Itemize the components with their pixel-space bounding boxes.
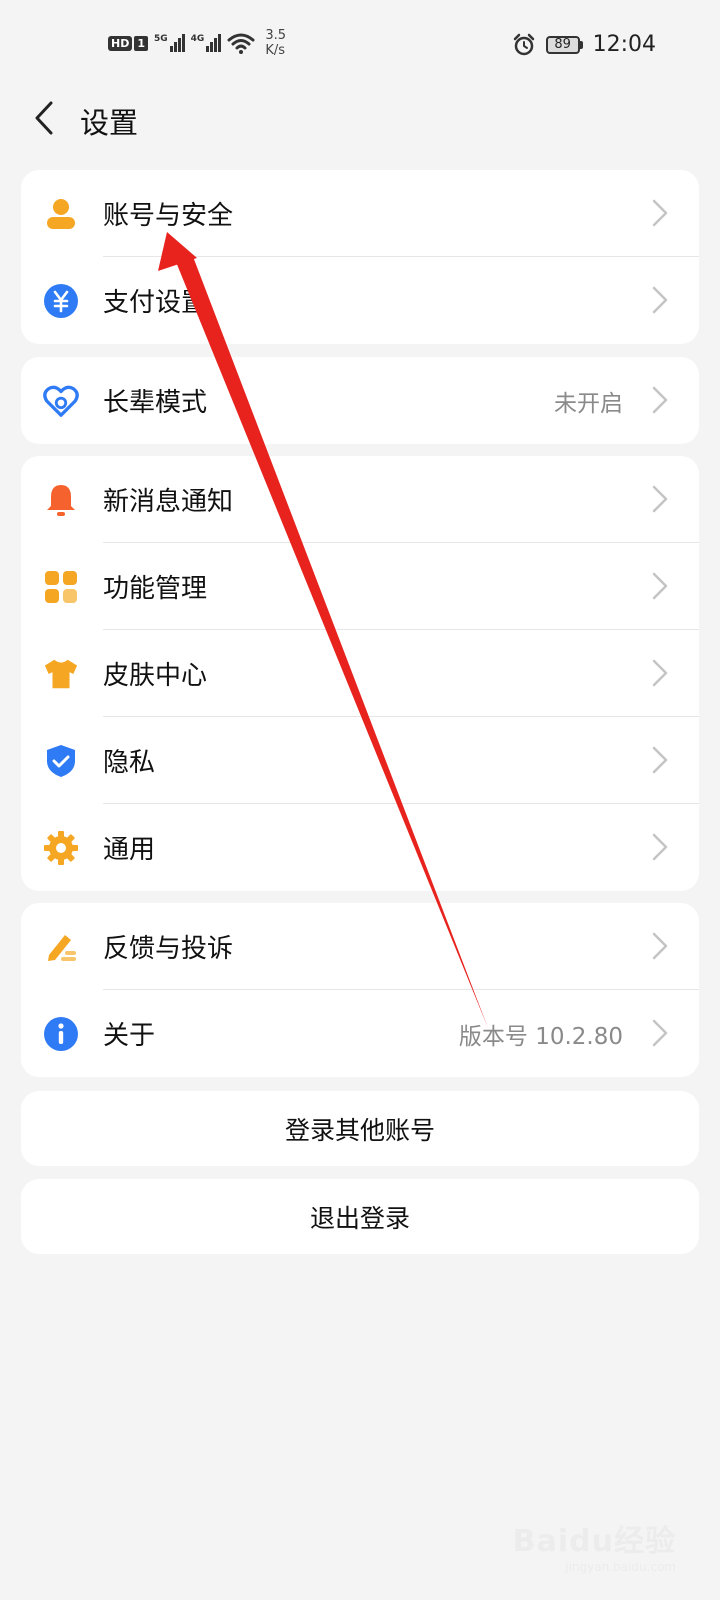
- item-label: 通用: [103, 835, 156, 865]
- status-bar: HD 1 5G 4G 3.5 K/s 89 12:04: [0, 0, 720, 90]
- item-value: 未开启: [554, 390, 623, 417]
- shield-check-icon: [43, 743, 79, 779]
- settings-item-privacy[interactable]: 隐私: [21, 717, 699, 804]
- yuan-coin-icon: [43, 283, 79, 319]
- hd-label: HD: [108, 35, 133, 51]
- watermark-sub: jingyan.baidu.com: [565, 1560, 676, 1574]
- chevron-right-icon: [652, 833, 668, 861]
- bell-icon: [43, 482, 79, 518]
- status-left: HD 1 5G 4G 3.5 K/s: [108, 28, 286, 58]
- settings-item-account-security[interactable]: 账号与安全: [21, 170, 699, 257]
- person-icon: [43, 196, 79, 232]
- watermark-logo: Baidu经验 jingyan.baidu.com: [513, 1516, 676, 1574]
- item-label: 隐私: [103, 748, 156, 778]
- settings-item-elder-mode[interactable]: 长辈模式 未开启: [21, 357, 699, 444]
- watermark-main: Baidu经验: [512, 1524, 676, 1559]
- network-speed: 3.5 K/s: [265, 28, 286, 58]
- speed-value: 3.5: [265, 28, 286, 43]
- chevron-right-icon: [652, 199, 668, 227]
- settings-item-notifications[interactable]: 新消息通知: [21, 456, 699, 543]
- chevron-right-icon: [652, 1019, 668, 1047]
- chevron-right-icon: [652, 659, 668, 687]
- item-label: 新消息通知: [103, 487, 234, 517]
- signal-4g-icon: 4G: [191, 34, 222, 52]
- item-label: 功能管理: [103, 574, 208, 604]
- clock: 12:04: [592, 32, 656, 57]
- settings-item-payment[interactable]: 支付设置: [21, 257, 699, 344]
- item-value: 版本号 10.2.80: [458, 1023, 623, 1050]
- alarm-clock-icon: [513, 33, 534, 55]
- status-right: 89 12:04: [512, 32, 656, 57]
- settings-item-feedback[interactable]: 反馈与投诉: [21, 903, 699, 990]
- sim-label: 1: [134, 35, 148, 51]
- settings-group-account: 账号与安全 支付设置: [21, 170, 699, 344]
- speed-unit: K/s: [265, 43, 285, 58]
- signal-5g-icon: 5G: [154, 34, 185, 52]
- item-label: 皮肤中心: [103, 661, 208, 691]
- settings-group-elder: 长辈模式 未开启: [21, 357, 699, 444]
- heart-person-icon: [43, 383, 79, 419]
- battery-icon: 89: [545, 35, 583, 54]
- net-5g-label: 5G: [154, 34, 168, 44]
- settings-item-general[interactable]: 通用: [21, 804, 699, 891]
- settings-item-about[interactable]: 关于 版本号 10.2.80: [21, 990, 699, 1077]
- item-label: 账号与安全: [103, 201, 234, 231]
- chevron-left-icon: [35, 101, 53, 135]
- settings-group-general: 新消息通知 功能管理 皮肤中心 隐私 通用: [21, 456, 699, 891]
- hd-voice-icon: HD 1: [108, 35, 148, 51]
- chevron-right-icon: [652, 746, 668, 774]
- settings-group-support: 反馈与投诉 关于 版本号 10.2.80: [21, 903, 699, 1077]
- item-label: 支付设置: [103, 288, 208, 318]
- chevron-right-icon: [652, 572, 668, 600]
- settings-item-feature-management[interactable]: 功能管理: [21, 543, 699, 630]
- tshirt-icon: [43, 656, 79, 692]
- chevron-right-icon: [652, 485, 668, 513]
- info-icon: [43, 1016, 79, 1052]
- chevron-right-icon: [652, 386, 668, 414]
- item-label: 长辈模式: [103, 388, 208, 418]
- header: 设置: [0, 90, 720, 146]
- chevron-right-icon: [652, 286, 668, 314]
- logout-button[interactable]: 退出登录: [21, 1179, 699, 1254]
- settings-item-skin-center[interactable]: 皮肤中心: [21, 630, 699, 717]
- switch-account-button[interactable]: 登录其他账号: [21, 1091, 699, 1166]
- item-label: 反馈与投诉: [103, 934, 234, 964]
- battery-level: 89: [545, 35, 580, 54]
- item-label: 关于: [103, 1021, 156, 1051]
- page-title: 设置: [80, 106, 139, 140]
- wifi-icon: [227, 33, 255, 54]
- net-4g-label: 4G: [190, 34, 205, 44]
- back-button[interactable]: [28, 98, 60, 138]
- gear-icon: [43, 830, 79, 866]
- chevron-right-icon: [652, 932, 668, 960]
- pencil-icon: [43, 929, 79, 965]
- grid-apps-icon: [43, 569, 79, 605]
